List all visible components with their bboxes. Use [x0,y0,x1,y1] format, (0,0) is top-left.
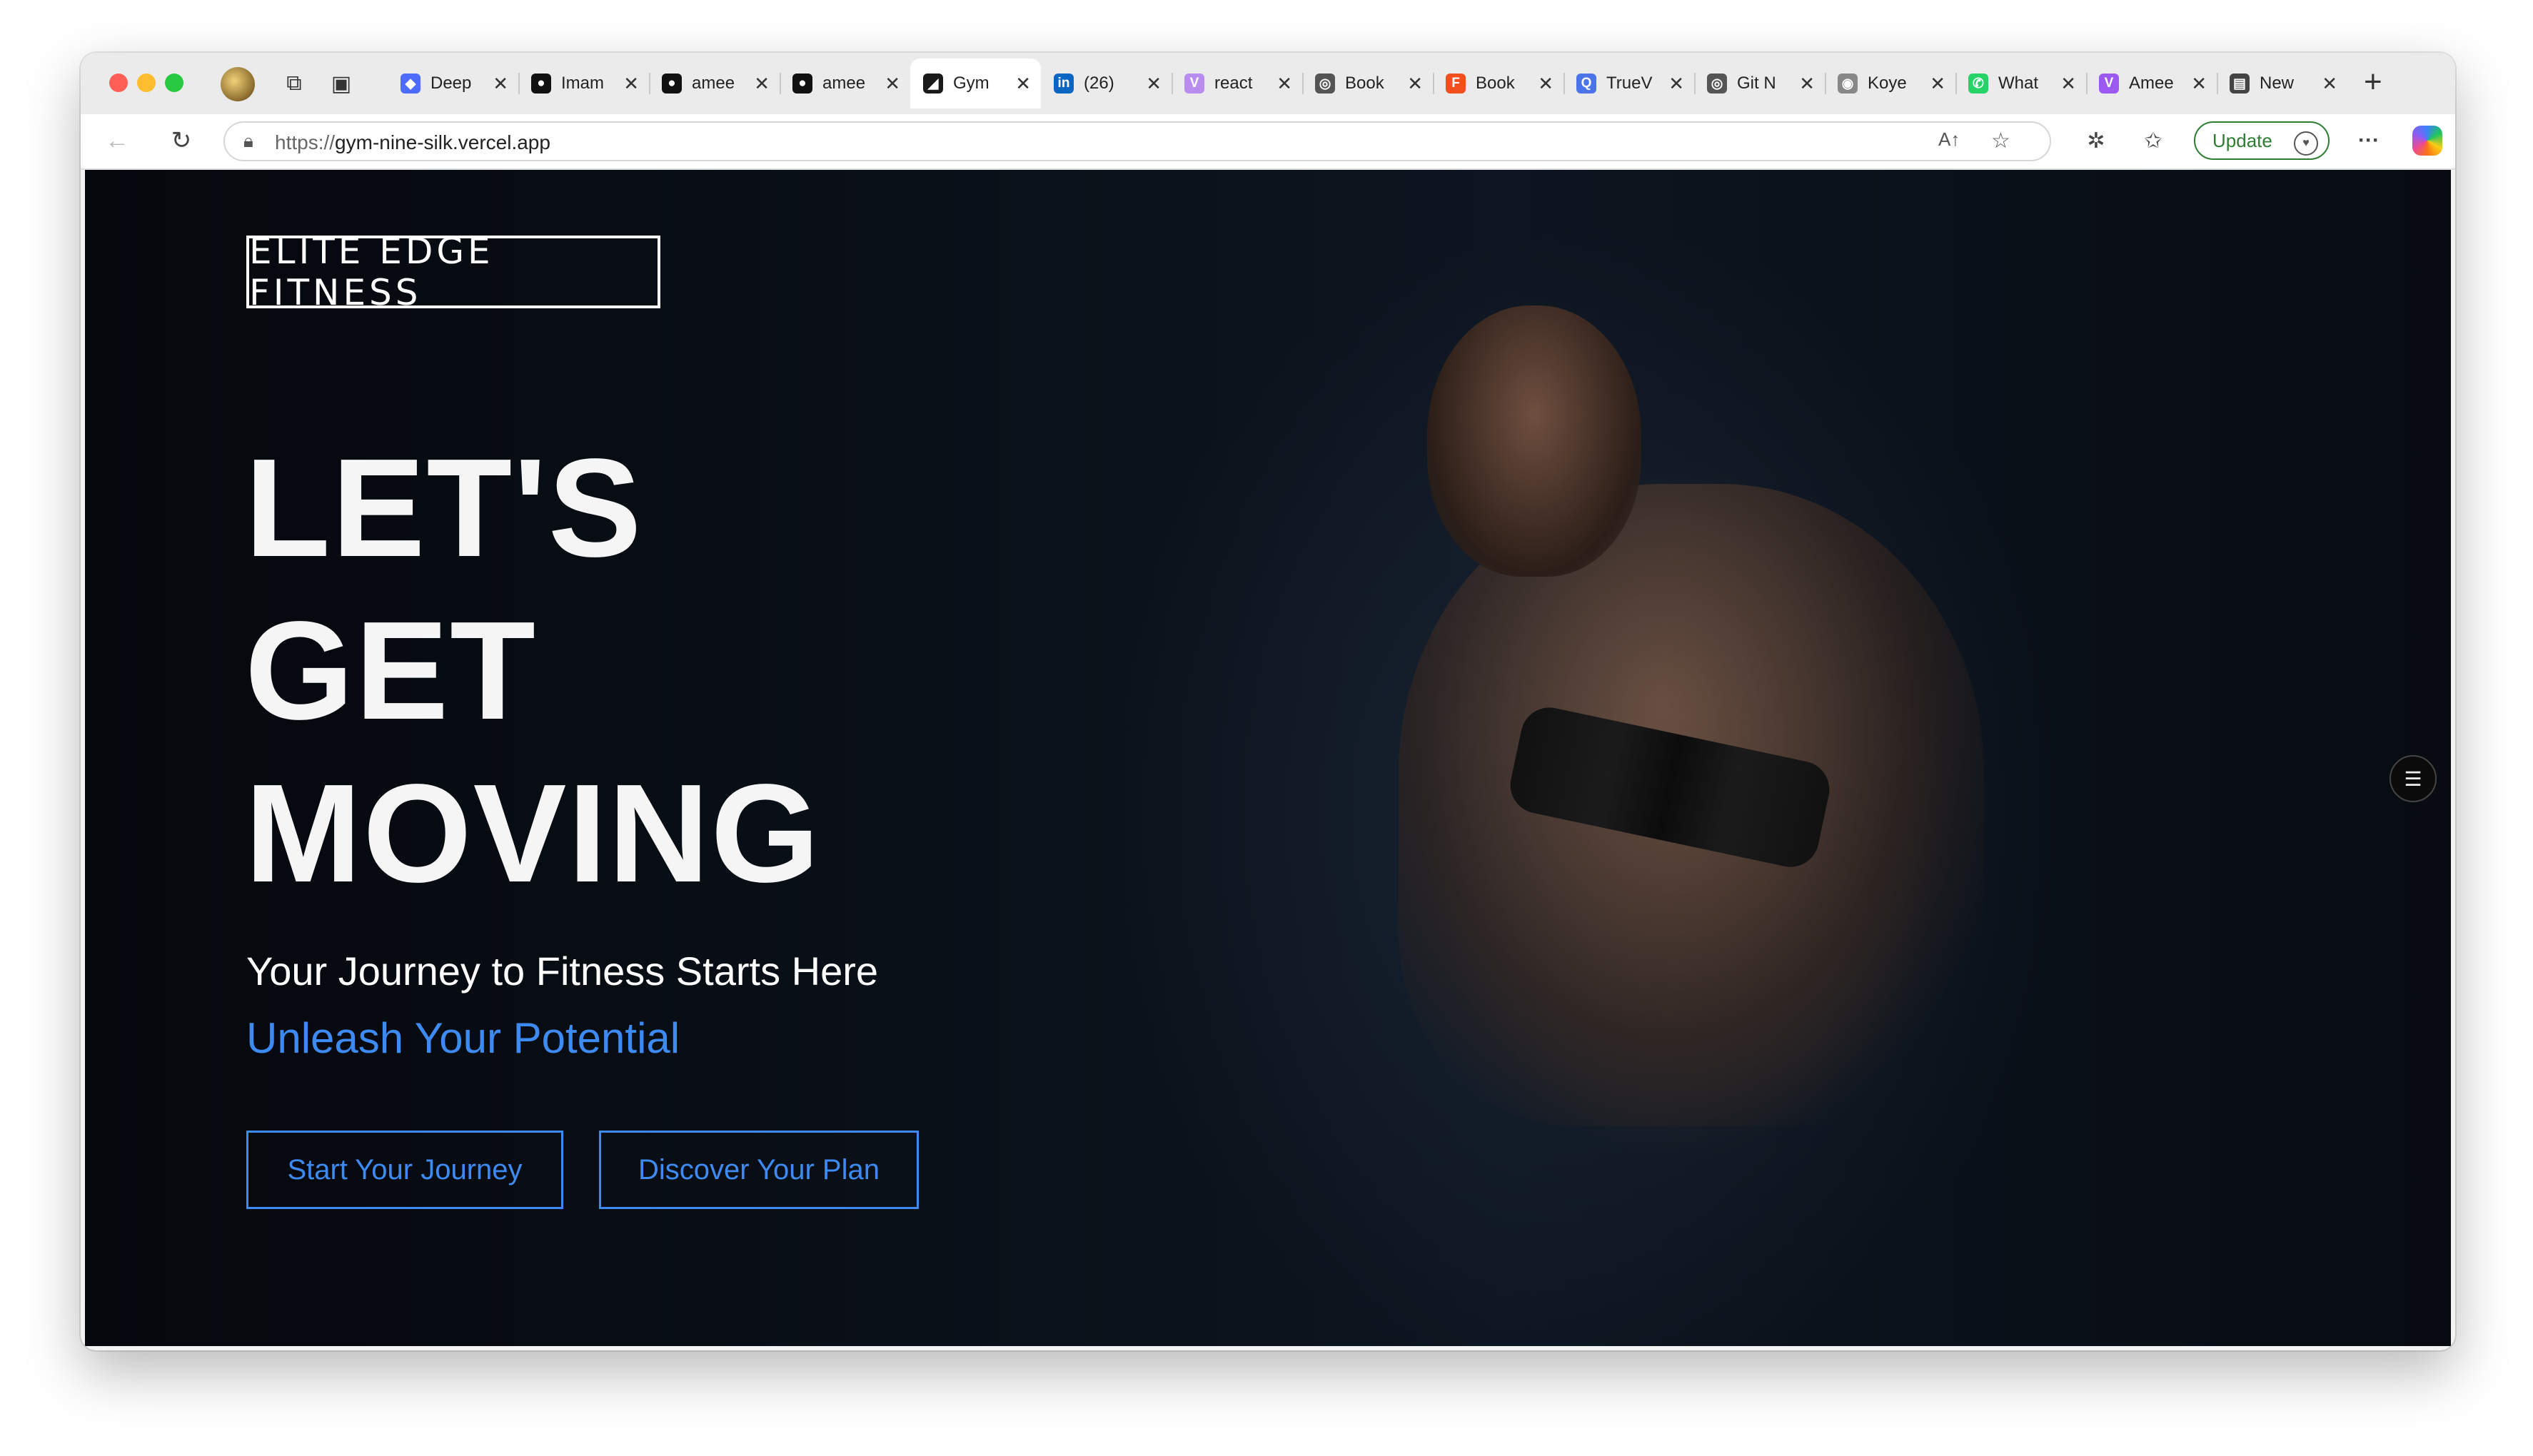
browser-tab[interactable]: V Amee ✕ [2086,59,2217,108]
headline-line: MOVING [245,755,821,911]
update-badge-icon: ♥ [2294,131,2318,156]
browser-toolbar: ← ↻ 🔒︎ https://gym-nine-silk.vercel.app … [81,114,2455,170]
tab-list: ◆ Deep ✕ ● Imam ✕ ● amee ✕ ● amee ✕ ◢ Gym ✕ in (26) ✕ Vrea… [388,59,2347,108]
browser-tab[interactable]: ◎ Book ✕ [1302,59,1433,108]
minimize-window-button[interactable] [137,74,156,92]
tab-close-icon[interactable]: ✕ [1668,73,1684,95]
gym-site-icon: ◢ [923,74,943,93]
hero-tagline: Unleash Your Potential [246,1014,680,1062]
github-icon: ● [531,74,551,93]
tab-close-icon[interactable]: ✕ [1407,73,1423,95]
tab-title: react [1214,74,1253,93]
tab-title: amee [692,74,735,93]
back-arrow-icon[interactable]: ← [101,124,134,157]
tab-title: Deep [430,74,472,93]
tab-title: Book [1476,74,1515,93]
vite-icon: V [1184,74,1204,93]
github-icon: ● [792,74,812,93]
tab-close-icon[interactable]: ✕ [1146,73,1162,95]
page-viewport: ELITE EDGE FITNESS LET'S GET MOVING Your… [85,170,2451,1346]
globe-icon: ◎ [1315,74,1335,93]
browser-tab[interactable]: F Book ✕ [1433,59,1563,108]
headline-line: GET [245,592,537,749]
tab-title: New [2260,74,2295,93]
url-text[interactable]: https://gym-nine-silk.vercel.app [275,131,550,154]
globe-icon: ◎ [1707,74,1727,93]
tab-close-icon[interactable]: ✕ [1276,73,1292,95]
favorites-icon[interactable]: ✩ [2137,124,2170,157]
koyeb-icon: ◉ [1838,74,1858,93]
tab-close-icon[interactable]: ✕ [1799,73,1815,95]
browser-window: ⧉ ▣ ◆ Deep ✕ ● Imam ✕ ● amee ✕ ● amee ✕ ◢ Gym ✕ in (26) ✕… [81,53,2455,1350]
lock-icon[interactable]: 🔒︎ [243,130,253,153]
tab-title: Book [1345,74,1384,93]
tab-title: amee [822,74,866,93]
url-host: gym-nine-silk.vercel.app [335,131,550,153]
browser-tab[interactable]: ◉ Koye ✕ [1825,59,1955,108]
favorite-star-icon[interactable]: ☆ [1991,128,2010,153]
tab-close-icon[interactable]: ✕ [885,73,900,95]
tab-title: What [1998,74,2039,93]
tab-close-icon[interactable]: ✕ [623,73,639,95]
new-tab-page-icon: ▤ [2230,74,2250,93]
browser-tab[interactable]: ● Imam ✕ [518,59,649,108]
workspaces-icon[interactable]: ⧉ [278,67,311,100]
browser-tab[interactable]: Vreact ✕ [1172,59,1302,108]
refresh-icon[interactable]: ↻ [165,124,198,157]
profile-avatar[interactable] [221,67,255,101]
address-bar[interactable]: 🔒︎ https://gym-nine-silk.vercel.app A↑ ☆ [223,121,2051,161]
more-menu-icon[interactable]: ··· [2352,124,2385,157]
new-tab-button[interactable]: + [2364,64,2382,100]
tab-title: Git N [1737,74,1776,93]
discover-plan-button[interactable]: Discover Your Plan [599,1131,919,1209]
read-aloud-icon[interactable]: A↑ [1938,128,1960,151]
site-logo[interactable]: ELITE EDGE FITNESS [246,231,660,313]
url-scheme: https:// [275,131,336,153]
maximize-window-button[interactable] [165,74,183,92]
tab-title: Amee [2129,74,2174,93]
tab-title: Koye [1868,74,1907,93]
browser-tab[interactable]: ● amee ✕ [780,59,910,108]
tab-title: TrueV [1606,74,1653,93]
tab-title: Gym [953,74,989,93]
tab-title: (26) [1084,74,1114,93]
vite-icon: V [2099,74,2119,93]
tab-close-icon[interactable]: ✕ [2191,73,2207,95]
headline-line: LET'S [245,430,643,586]
browser-tab[interactable]: ◎ Git N ✕ [1694,59,1825,108]
browser-tab[interactable]: ◆ Deep ✕ [388,59,518,108]
tab-close-icon[interactable]: ✕ [1930,73,1945,95]
vertical-tabs-icon[interactable]: ▣ [325,67,358,100]
update-label: Update [2212,129,2272,151]
hero-subtitle: Your Journey to Fitness Starts Here [246,949,879,994]
copilot-icon[interactable] [2412,126,2442,156]
browser-tab[interactable]: Q TrueV ✕ [1563,59,1694,108]
truevault-icon: Q [1576,74,1596,93]
athlete-head [1427,305,1641,577]
update-button[interactable]: Update ♥ [2194,121,2330,160]
deepseek-icon: ◆ [401,74,421,93]
floating-menu-icon[interactable]: ☰ [2390,755,2437,802]
whatsapp-icon: ✆ [1968,74,1988,93]
extensions-icon[interactable]: ✲ [2080,124,2112,157]
tab-strip: ⧉ ▣ ◆ Deep ✕ ● Imam ✕ ● amee ✕ ● amee ✕ ◢ Gym ✕ in (26) ✕… [81,53,2455,114]
start-journey-button[interactable]: Start Your Journey [246,1131,563,1209]
close-window-button[interactable] [109,74,128,92]
browser-tab[interactable]: ▤ New ✕ [2217,59,2347,108]
browser-tab[interactable]: ● amee ✕ [649,59,780,108]
tab-close-icon[interactable]: ✕ [1015,73,1031,95]
tab-title: Imam [561,74,604,93]
figma-icon: F [1446,74,1466,93]
tab-close-icon[interactable]: ✕ [754,73,770,95]
tab-close-icon[interactable]: ✕ [1538,73,1553,95]
browser-tab[interactable]: ◢ Gym ✕ [910,59,1041,108]
linkedin-icon: in [1054,74,1074,93]
github-icon: ● [662,74,682,93]
browser-tab[interactable]: in (26) ✕ [1041,59,1172,108]
hero-headline: LET'S GET MOVING [245,427,821,915]
tab-close-icon[interactable]: ✕ [2060,73,2076,95]
tab-close-icon[interactable]: ✕ [2322,73,2337,95]
browser-tab[interactable]: ✆ What ✕ [1955,59,2086,108]
tab-close-icon[interactable]: ✕ [493,73,508,95]
